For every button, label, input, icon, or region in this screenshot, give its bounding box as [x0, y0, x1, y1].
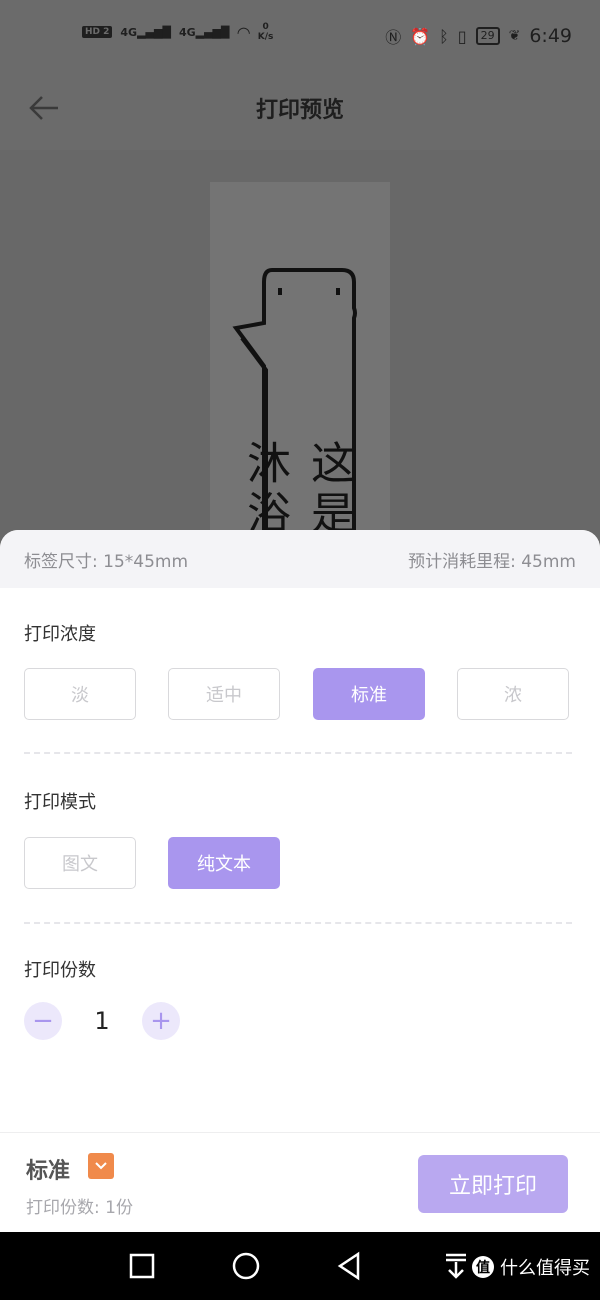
label-preview-area: 这是沐浴	[0, 150, 600, 668]
plus-button[interactable]: +	[142, 1002, 180, 1040]
copies-value: 1	[94, 1007, 110, 1035]
copies-title: 打印份数	[24, 960, 96, 981]
battery-icon: 29	[475, 27, 500, 45]
selected-mode-label[interactable]: 标准	[26, 1153, 70, 1185]
density-title: 打印浓度	[24, 624, 96, 645]
mode-option-image-text[interactable]: 图文	[24, 837, 136, 889]
signal-icon-1: 4G▂▄▆█	[120, 25, 171, 39]
wifi-icon: ◠	[237, 22, 250, 42]
estimated-usage: 预计消耗里程: 45mm	[408, 551, 576, 572]
mode-option-plain-text[interactable]: 纯文本	[168, 837, 280, 889]
watermark-logo: 值	[472, 1256, 494, 1278]
app-header: 打印预览	[0, 72, 600, 150]
page-title: 打印预览	[255, 98, 344, 123]
net-speed: 0 K/s	[257, 22, 274, 42]
home-icon[interactable]	[230, 1250, 262, 1282]
density-option-medium[interactable]: 适中	[168, 668, 280, 720]
watermark: 值 什么值得买	[472, 1254, 590, 1280]
density-option-light[interactable]: 淡	[24, 668, 136, 720]
watermark-text: 什么值得买	[500, 1258, 590, 1279]
alarm-icon: ⏰	[410, 26, 431, 46]
chevron-down-icon[interactable]	[88, 1153, 114, 1179]
minus-button[interactable]: −	[24, 1002, 62, 1040]
label-size: 标签尺寸: 15*45mm	[24, 551, 189, 572]
signal-icon-2: 4G▂▄▆█	[178, 25, 230, 39]
label-info-bar: 标签尺寸: 15*45mm 预计消耗里程: 45mm	[0, 530, 600, 588]
copies-summary: 打印份数: 1份	[26, 1198, 133, 1218]
sheet-footer: 标准 打印份数: 1份 立即打印	[0, 1132, 600, 1232]
recent-apps-icon[interactable]	[126, 1250, 158, 1282]
print-now-button[interactable]: 立即打印	[418, 1155, 568, 1213]
vibrate-icon: ▯	[457, 26, 467, 46]
density-option-dark[interactable]: 浓	[457, 668, 569, 720]
status-right: Ⓝ ⏰ ᛒ ▯ 29 ❦ 6:49	[385, 24, 572, 48]
divider	[24, 922, 572, 924]
status-bar: HD 2 4G▂▄▆█ 4G▂▄▆█ ◠ 0 K/s Ⓝ ⏰ ᛒ ▯ 29 ❦ …	[0, 0, 600, 72]
mode-title: 打印模式	[24, 792, 96, 813]
bluetooth-icon: ᛒ	[439, 26, 449, 46]
hd-badge: HD 2	[82, 26, 113, 38]
back-icon[interactable]	[334, 1250, 366, 1282]
notification-pull-icon[interactable]	[440, 1250, 472, 1282]
system-nav-bar: 值 什么值得买	[0, 1232, 600, 1300]
clock: 6:49	[529, 25, 572, 47]
density-option-standard[interactable]: 标准	[313, 668, 425, 720]
leaf-icon: ❦	[508, 28, 521, 44]
divider	[24, 752, 572, 754]
print-settings-sheet: 标签尺寸: 15*45mm 预计消耗里程: 45mm 打印浓度 淡 适中 标准 …	[0, 530, 600, 1232]
status-left: HD 2 4G▂▄▆█ 4G▂▄▆█ ◠ 0 K/s	[82, 22, 273, 42]
nfc-icon: Ⓝ	[385, 28, 402, 47]
